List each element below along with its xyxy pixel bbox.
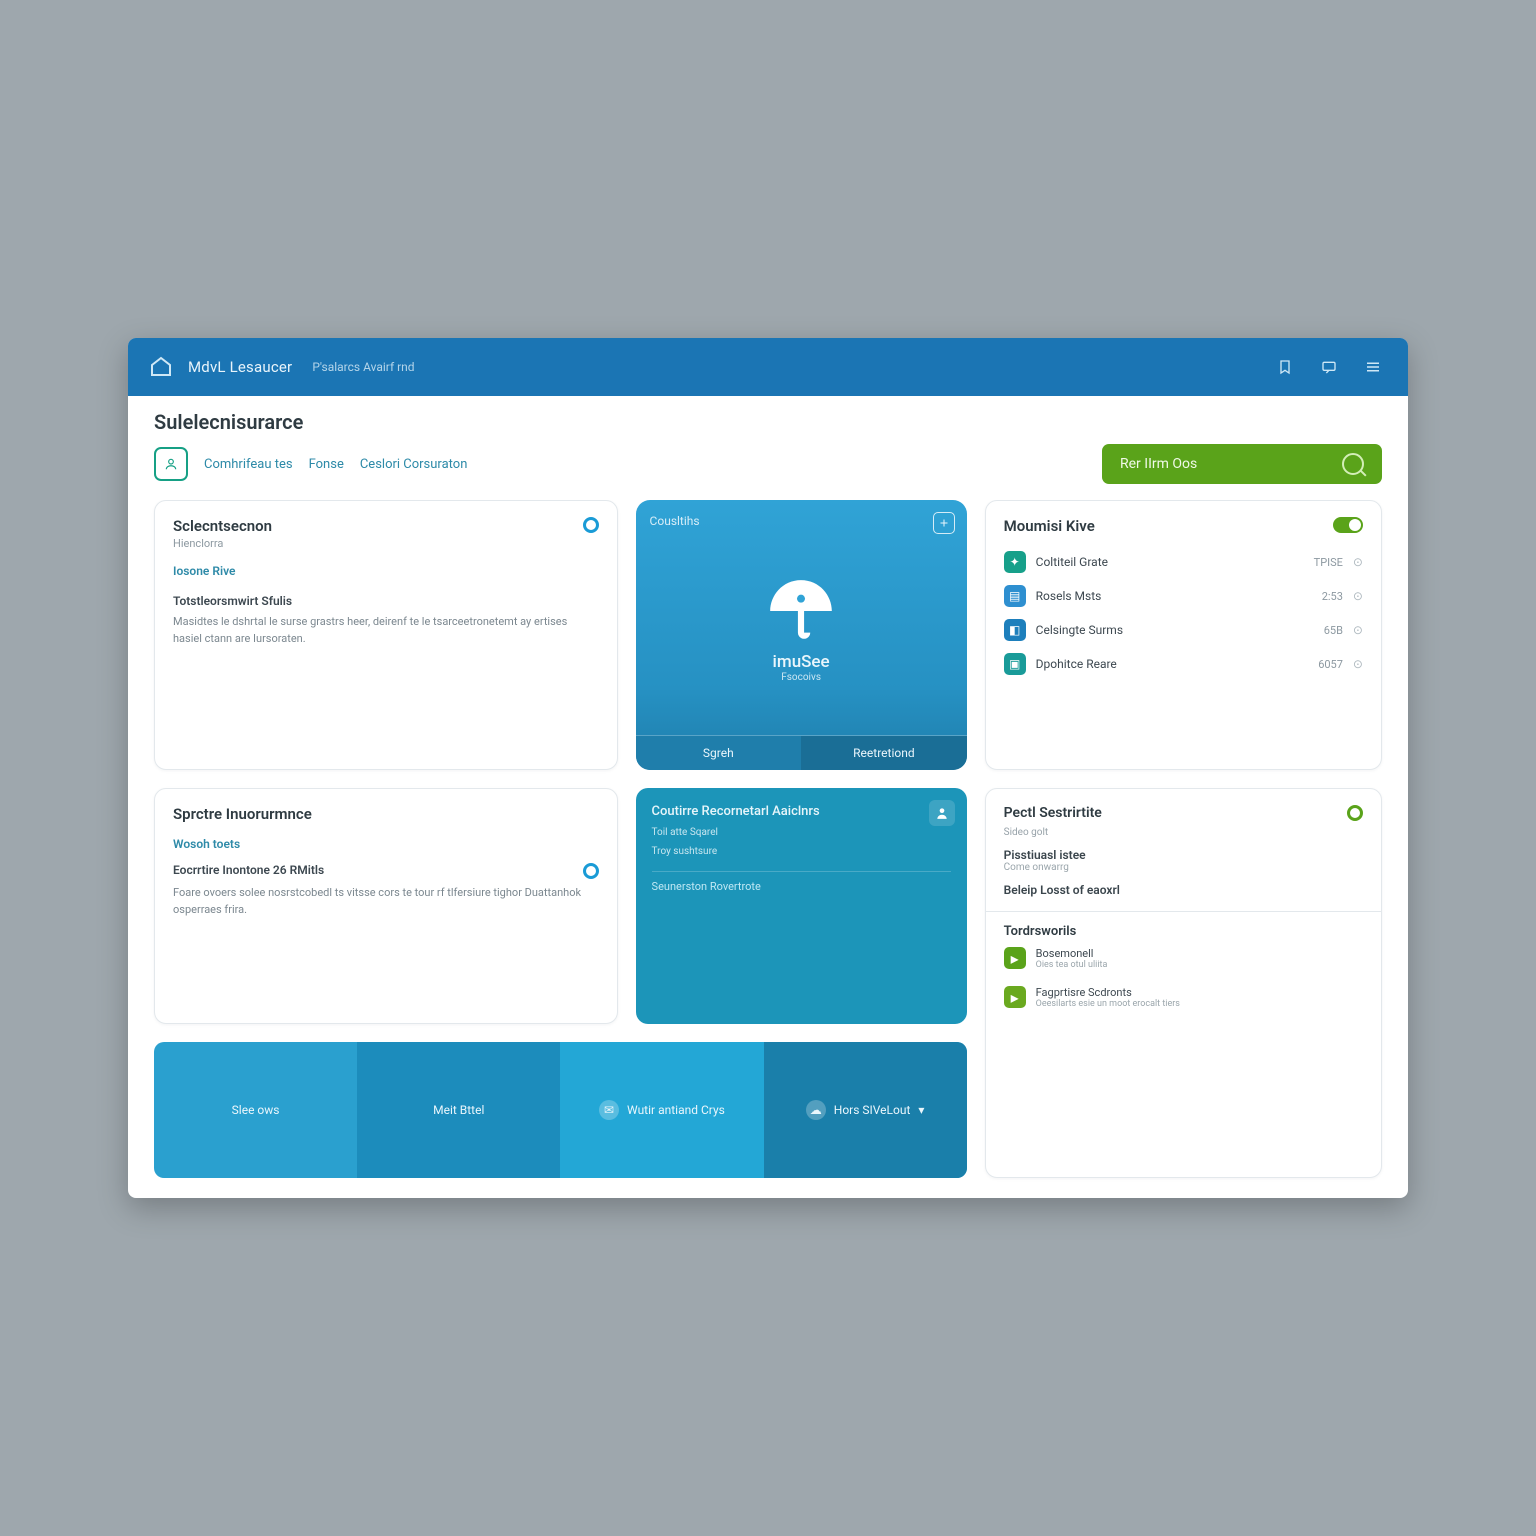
tab-link-3[interactable]: Ceslori Corsuraton <box>360 457 468 472</box>
panel-item-1-title: Pisstiuasl istee <box>1004 848 1363 862</box>
product-action-left[interactable]: Sgreh <box>636 736 802 770</box>
status-ring-icon <box>1347 805 1363 821</box>
chevron-right-icon: ⊙ <box>1353 657 1363 671</box>
selection-subtitle: Hienclorra <box>173 537 272 550</box>
tab-link-2[interactable]: Fonse <box>309 457 344 472</box>
confirm-footer-link[interactable]: Seunerston Rovertrote <box>652 871 951 893</box>
chevron-right-icon: ⊙ <box>1353 589 1363 603</box>
brand-name: MdvL Lesaucer <box>188 358 292 376</box>
bottom-action-bar: Slee ows Meit Bttel ✉ Wutir antiand Crys… <box>154 1042 967 1179</box>
trend-item[interactable]: ▸ Fagprtisre Scdronts Oeesilarts esie un… <box>1004 978 1363 1017</box>
list-title: Moumisi Kive <box>1004 517 1095 535</box>
app-screen: MdvL Lesaucer P'salarcs Avairf rnd Sulel… <box>128 338 1408 1198</box>
primary-cta-button[interactable]: Rer IIrm Oos <box>1102 444 1382 484</box>
trend-item-sub: Oeesilarts esie un moot erocalt tiers <box>1036 999 1180 1009</box>
bottom-seg-label: Wutir antiand Crys <box>627 1103 725 1117</box>
trend-icon: ▸ <box>1004 986 1026 1008</box>
selection-link[interactable]: Iosone Rive <box>173 564 599 578</box>
trend-item[interactable]: ▸ Bosemonell Oies tea otul uliita <box>1004 939 1363 978</box>
confirm-tile[interactable]: Coutirre Recornetarl Aaiclnrs Toil atte … <box>636 788 967 1024</box>
list-item[interactable]: ▣ Dpohitce Reare 6057 ⊙ <box>1004 647 1363 681</box>
menu-icon[interactable] <box>1358 352 1388 382</box>
topbar: MdvL Lesaucer P'salarcs Avairf rnd <box>128 338 1408 396</box>
selection-section: Totstleorsmwirt Sfulis <box>173 594 599 608</box>
product-action-right[interactable]: Reetretiond <box>801 736 967 770</box>
page-title: Sulelecnisurarce <box>154 410 1382 434</box>
product-tile[interactable]: Cousltihs imuSee Fsocoivs Sgreh Reetreti… <box>636 500 967 770</box>
bottom-seg-label: Slee ows <box>232 1103 280 1117</box>
panel-item-1-sub: Come onwarrg <box>1004 862 1363 873</box>
selection-body: Masidtes le dshrtal le surse grastrs hee… <box>173 614 599 647</box>
selection-title: Sclecntsecnon <box>173 517 272 535</box>
list-item-value: 6057 <box>1318 658 1343 671</box>
umbrella-icon <box>764 574 838 648</box>
doc-icon: ▤ <box>1004 585 1026 607</box>
bottom-seg-4[interactable]: ☁ Hors SIVeLout ▾ <box>764 1042 967 1179</box>
confirm-line-2: Troy sushtsure <box>652 846 951 857</box>
spore-section: Eocrrtire Inontone 26 RMitls <box>173 863 324 877</box>
brand-logo-icon <box>148 354 174 380</box>
spore-link[interactable]: Wosoh toets <box>173 837 599 851</box>
list-item-value: TPISE <box>1314 556 1343 569</box>
spore-card: Sprctre Inuorurmnce Wosoh toets Eocrrtir… <box>154 788 618 1024</box>
trend-item-sub: Oies tea otul uliita <box>1036 960 1108 970</box>
tag-icon: ◧ <box>1004 619 1026 641</box>
list-item-value: 65B <box>1324 624 1343 637</box>
chat-bubble-icon: ✉ <box>599 1100 619 1120</box>
bottom-seg-3[interactable]: ✉ Wutir antiand Crys <box>560 1042 763 1179</box>
content-grid: Sclecntsecnon Hienclorra Iosone Rive Tot… <box>128 500 1408 1198</box>
panel-title: Pectl Sestrirtite <box>1004 805 1102 821</box>
spore-title: Sprctre Inuorurmnce <box>173 805 599 823</box>
spore-body: Foare ovoers solee nosrstcobedl ts vitss… <box>173 885 599 918</box>
badge-icon: ✦ <box>1004 551 1026 573</box>
list-item[interactable]: ▤ Rosels Msts 2:53 ⊙ <box>1004 579 1363 613</box>
bottom-seg-label: Hors SIVeLout <box>834 1103 911 1117</box>
cloud-icon: ☁ <box>806 1100 826 1120</box>
list-item-label: Dpohitce Reare <box>1036 657 1309 671</box>
chevron-right-icon: ⊙ <box>1353 555 1363 569</box>
tabbar: Comhrifeau tes Fonse Ceslori Corsuraton … <box>128 434 1408 500</box>
search-icon <box>1342 453 1364 475</box>
radio-indicator-icon[interactable] <box>583 517 599 533</box>
box-icon: ▣ <box>1004 653 1026 675</box>
product-tile-head: Cousltihs <box>650 514 953 528</box>
panel-item-2-title: Beleip Losst of eaoxrl <box>1004 883 1363 897</box>
cta-label: Rer IIrm Oos <box>1120 456 1197 472</box>
confirm-line-1: Toil atte Sqarel <box>652 827 951 838</box>
panel-sub: Sideo golt <box>1004 827 1363 838</box>
person-icon <box>929 800 955 826</box>
trends-title: Tordrsworils <box>1004 924 1363 939</box>
plus-icon[interactable] <box>933 512 955 534</box>
chevron-down-icon: ▾ <box>918 1103 924 1117</box>
selection-card: Sclecntsecnon Hienclorra Iosone Rive Tot… <box>154 500 618 770</box>
list-card: Moumisi Kive ✦ Coltiteil Grate TPISE ⊙ ▤… <box>985 500 1382 770</box>
bottom-seg-1[interactable]: Slee ows <box>154 1042 357 1179</box>
tab-link-1[interactable]: Comhrifeau tes <box>204 457 293 472</box>
product-tag: Fsocoivs <box>781 672 821 683</box>
trend-item-title: Fagprtisre Scdronts <box>1036 986 1180 999</box>
chat-icon[interactable] <box>1314 352 1344 382</box>
list-item-label: Celsingte Surms <box>1036 623 1314 637</box>
toggle-switch[interactable] <box>1333 517 1363 533</box>
bottom-seg-2[interactable]: Meit Bttel <box>357 1042 560 1179</box>
radio-indicator-icon[interactable] <box>583 863 599 879</box>
trends-section: Tordrsworils ▸ Bosemonell Oies tea otul … <box>986 911 1381 1017</box>
tab-chip-icon[interactable] <box>154 447 188 481</box>
confirm-title: Coutirre Recornetarl Aaiclnrs <box>652 804 951 819</box>
detail-panel: Pectl Sestrirtite Sideo golt Pisstiuasl … <box>985 788 1382 1178</box>
subheader: Sulelecnisurarce <box>128 396 1408 434</box>
list-item-label: Coltiteil Grate <box>1036 555 1304 569</box>
bottom-seg-label: Meit Bttel <box>433 1103 484 1117</box>
list-item[interactable]: ◧ Celsingte Surms 65B ⊙ <box>1004 613 1363 647</box>
bookmark-icon[interactable] <box>1270 352 1300 382</box>
product-name: imuSee <box>773 652 830 672</box>
trend-item-title: Bosemonell <box>1036 947 1108 960</box>
list-item[interactable]: ✦ Coltiteil Grate TPISE ⊙ <box>1004 545 1363 579</box>
list-item-label: Rosels Msts <box>1036 589 1312 603</box>
list-item-value: 2:53 <box>1322 590 1343 603</box>
brand-subtitle: P'salarcs Avairf rnd <box>312 360 414 374</box>
trend-icon: ▸ <box>1004 947 1026 969</box>
chevron-right-icon: ⊙ <box>1353 623 1363 637</box>
